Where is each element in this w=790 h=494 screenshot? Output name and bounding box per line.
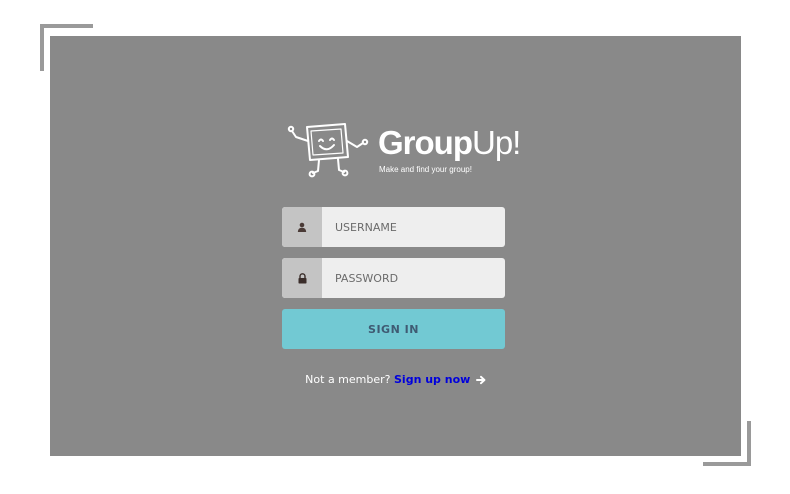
groupup-logo: GroupUp! Make and find your group!	[286, 119, 521, 181]
brand-name: GroupUp!	[378, 124, 521, 161]
arrow-right-icon[interactable]	[475, 375, 486, 385]
lock-icon	[298, 272, 306, 283]
brand-tagline: Make and find your group!	[379, 165, 472, 174]
signup-prompt-row: Not a member? Sign up now	[50, 373, 741, 386]
corner-bracket-bottom-right	[703, 462, 751, 466]
brand-name-part1: Group	[378, 124, 473, 161]
password-addon	[282, 258, 322, 298]
login-panel: GroupUp! Make and find your group! SIGN	[50, 36, 741, 456]
monitor-mascot-icon	[287, 123, 369, 178]
corner-bracket-top-left	[40, 24, 93, 28]
password-input[interactable]	[322, 258, 505, 298]
brand-name-part2: Up!	[471, 124, 521, 161]
password-field	[282, 258, 505, 298]
sign-in-button[interactable]: SIGN IN	[282, 309, 505, 349]
user-icon	[297, 222, 307, 232]
username-addon	[282, 207, 322, 247]
username-input[interactable]	[322, 207, 505, 247]
corner-bracket-top-left-vertical	[40, 24, 44, 71]
screenshot-frame: GroupUp! Make and find your group! SIGN	[0, 0, 790, 494]
corner-bracket-bottom-right-vertical	[747, 421, 751, 466]
sign-up-link[interactable]: Sign up now	[394, 373, 470, 386]
not-member-text: Not a member?	[305, 373, 391, 386]
username-field	[282, 207, 505, 247]
